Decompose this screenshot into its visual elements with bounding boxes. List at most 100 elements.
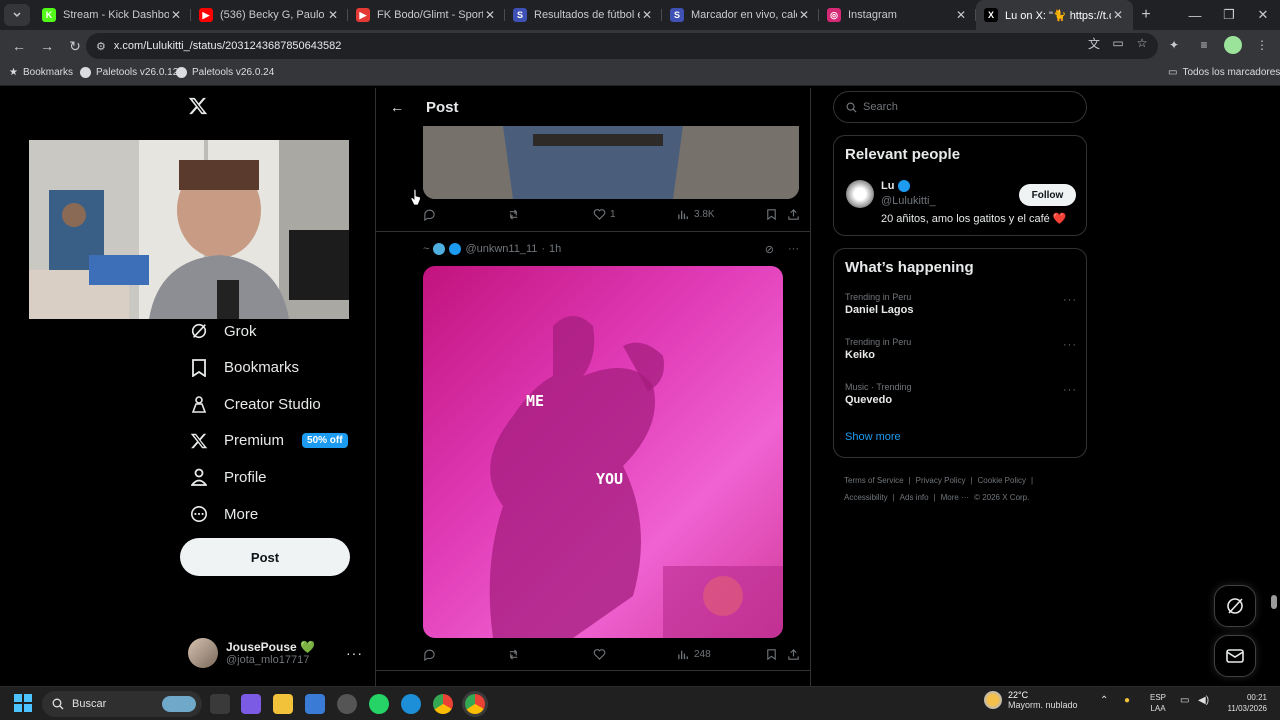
taskbar-search[interactable]: Buscar (42, 691, 202, 717)
bookmark-star-icon[interactable]: ☆ (1134, 35, 1150, 51)
weather-widget[interactable]: 22°C Mayorm. nublado (984, 690, 1078, 710)
bookmark-item-paletools-1[interactable]: Paletools v26.0.12 (80, 67, 178, 78)
chevron-up-icon[interactable]: ⌃ (1100, 695, 1108, 706)
ms-store-icon[interactable] (305, 694, 325, 714)
profile-avatar[interactable] (1224, 36, 1242, 54)
show-more-link[interactable]: Show more (845, 431, 901, 443)
bookmark-item-paletools-2[interactable]: Paletools v26.0.24 (176, 67, 274, 78)
footer-link[interactable]: Ads info (900, 493, 929, 502)
scrollbar-thumb[interactable] (1271, 595, 1277, 609)
footer-link[interactable]: Privacy Policy (916, 476, 966, 485)
x-logo-icon[interactable] (188, 96, 210, 118)
minimize-button[interactable]: — (1178, 0, 1212, 30)
repost-icon[interactable] (507, 648, 520, 661)
new-tab-button[interactable]: + (1133, 6, 1159, 24)
volume-icon[interactable]: ◀) (1198, 695, 1209, 706)
footer-link[interactable]: Terms of Service (844, 476, 904, 485)
bookmark-item-bookmarks[interactable]: ★ Bookmarks (9, 67, 73, 78)
footer-link[interactable]: More ··· (941, 493, 969, 502)
trend-item[interactable]: Music · Trending Quevedo ··· (845, 382, 1077, 416)
share-icon[interactable] (787, 208, 800, 221)
restore-button[interactable]: ❐ (1212, 0, 1246, 30)
close-tab-icon[interactable]: ✕ (1111, 8, 1125, 22)
extensions-icon[interactable]: ✦ (1164, 35, 1184, 55)
browser-tab[interactable]: ▶FK Bodo/Glimt - Sporting C...✕ (348, 0, 505, 30)
media-controls-icon[interactable]: ≡ (1194, 35, 1214, 55)
edge-icon[interactable] (401, 694, 421, 714)
sidebar-item-creator-studio[interactable]: Creator Studio (188, 389, 321, 419)
close-tab-icon[interactable]: ✕ (640, 8, 654, 22)
reload-icon[interactable]: ↻ (62, 33, 88, 59)
chrome-active-icon[interactable] (465, 694, 485, 714)
cast-icon[interactable]: ▭ (1110, 35, 1126, 51)
account-switcher[interactable]: JousePouse 💚 @jota_mlo17717 ··· (188, 636, 363, 670)
views-button[interactable]: 248 (677, 648, 711, 661)
browser-tab[interactable]: ▶(536) Becky G, Paulo Lo...✕ (191, 0, 348, 30)
close-tab-icon[interactable]: ✕ (797, 8, 811, 22)
start-button[interactable] (14, 694, 32, 712)
more-horizontal-icon[interactable]: ··· (788, 243, 799, 255)
more-horizontal-icon[interactable]: ··· (1063, 339, 1077, 351)
post-media-video[interactable]: ME YOU (423, 266, 783, 638)
close-tab-icon[interactable]: ✕ (483, 8, 497, 22)
post-time[interactable]: 1h (549, 243, 561, 255)
language-indicator[interactable]: ESP LAA (1150, 692, 1166, 714)
whatsapp-icon[interactable] (369, 694, 389, 714)
post-handle[interactable]: @unkwn11_11 (465, 243, 537, 255)
sidebar-item-profile[interactable]: Profile (188, 462, 267, 492)
reply-icon[interactable] (423, 648, 436, 661)
close-window-button[interactable]: ✕ (1246, 0, 1280, 30)
browser-tab[interactable]: XLu on X: "🐈 https://t.co/G...✕ (976, 0, 1133, 30)
post-media-image[interactable] (423, 126, 799, 199)
scrollbar[interactable] (1268, 88, 1280, 686)
grok-icon[interactable]: ⊘ (765, 243, 774, 256)
reply-icon[interactable] (423, 208, 436, 221)
heart-icon[interactable] (593, 648, 606, 661)
back-arrow-icon[interactable]: ← (390, 99, 408, 115)
like-button[interactable]: 1 (593, 208, 616, 221)
file-explorer-icon[interactable] (273, 694, 293, 714)
back-icon[interactable]: ← (6, 33, 32, 59)
trend-item[interactable]: Trending in Peru Keiko ··· (845, 337, 1077, 371)
copilot-icon[interactable] (241, 694, 261, 714)
footer-link[interactable]: Accessibility (844, 493, 888, 502)
microphone-icon[interactable]: ● (1124, 695, 1130, 706)
sidebar-item-premium[interactable]: Premium 50% off (188, 426, 348, 456)
bookmark-icon[interactable] (765, 208, 778, 221)
tab-search-button[interactable] (4, 4, 30, 26)
trend-item[interactable]: Trending in Peru Daniel Lagos ··· (845, 292, 1077, 326)
share-icon[interactable] (787, 648, 800, 661)
search-input[interactable] (863, 101, 1063, 113)
browser-tab[interactable]: ◎ Instagram ✕ (819, 0, 976, 30)
search-box[interactable] (833, 91, 1087, 123)
more-horizontal-icon[interactable]: ··· (1063, 384, 1077, 396)
browser-tab[interactable]: SMarcador en vivo, calenda...✕ (662, 0, 819, 30)
chrome-icon[interactable] (433, 694, 453, 714)
sidebar-item-grok[interactable]: Grok (188, 316, 257, 346)
task-view-icon[interactable] (210, 694, 230, 714)
translate-icon[interactable]: 文 (1086, 35, 1102, 51)
all-bookmarks-folder[interactable]: ▭ Todos los marcadores (1168, 67, 1280, 78)
url-text[interactable]: x.com/Lulukitti_/status/2031243687850643… (114, 40, 342, 52)
footer-link[interactable]: © 2026 X Corp. (974, 493, 1029, 502)
network-icon[interactable]: ▭ (1180, 695, 1189, 706)
views-button[interactable]: 3.8K (677, 208, 715, 221)
site-settings-icon[interactable]: ⚙ (96, 40, 106, 53)
chrome-menu-icon[interactable]: ⋮ (1252, 35, 1272, 55)
app-icon[interactable] (337, 694, 357, 714)
footer-link[interactable]: Cookie Policy (978, 476, 1026, 485)
sidebar-item-bookmarks[interactable]: Bookmarks (188, 353, 299, 383)
url-bar[interactable]: ⚙ x.com/Lulukitti_/status/20312436878506… (86, 33, 1158, 59)
close-tab-icon[interactable]: ✕ (326, 8, 340, 22)
grok-floating-button[interactable] (1214, 585, 1256, 627)
more-horizontal-icon[interactable]: ··· (1063, 294, 1077, 306)
post-compose-button[interactable]: Post (180, 538, 350, 576)
more-horizontal-icon[interactable]: ··· (346, 645, 363, 661)
messages-floating-button[interactable] (1214, 635, 1256, 677)
close-tab-icon[interactable]: ✕ (954, 8, 968, 22)
browser-tab[interactable]: KStream - Kick Dashboard✕ (34, 0, 191, 30)
bookmark-icon[interactable] (765, 648, 778, 661)
follow-button[interactable]: Follow (1019, 184, 1076, 206)
sidebar-item-more[interactable]: More (188, 499, 258, 529)
avatar[interactable] (846, 180, 874, 208)
